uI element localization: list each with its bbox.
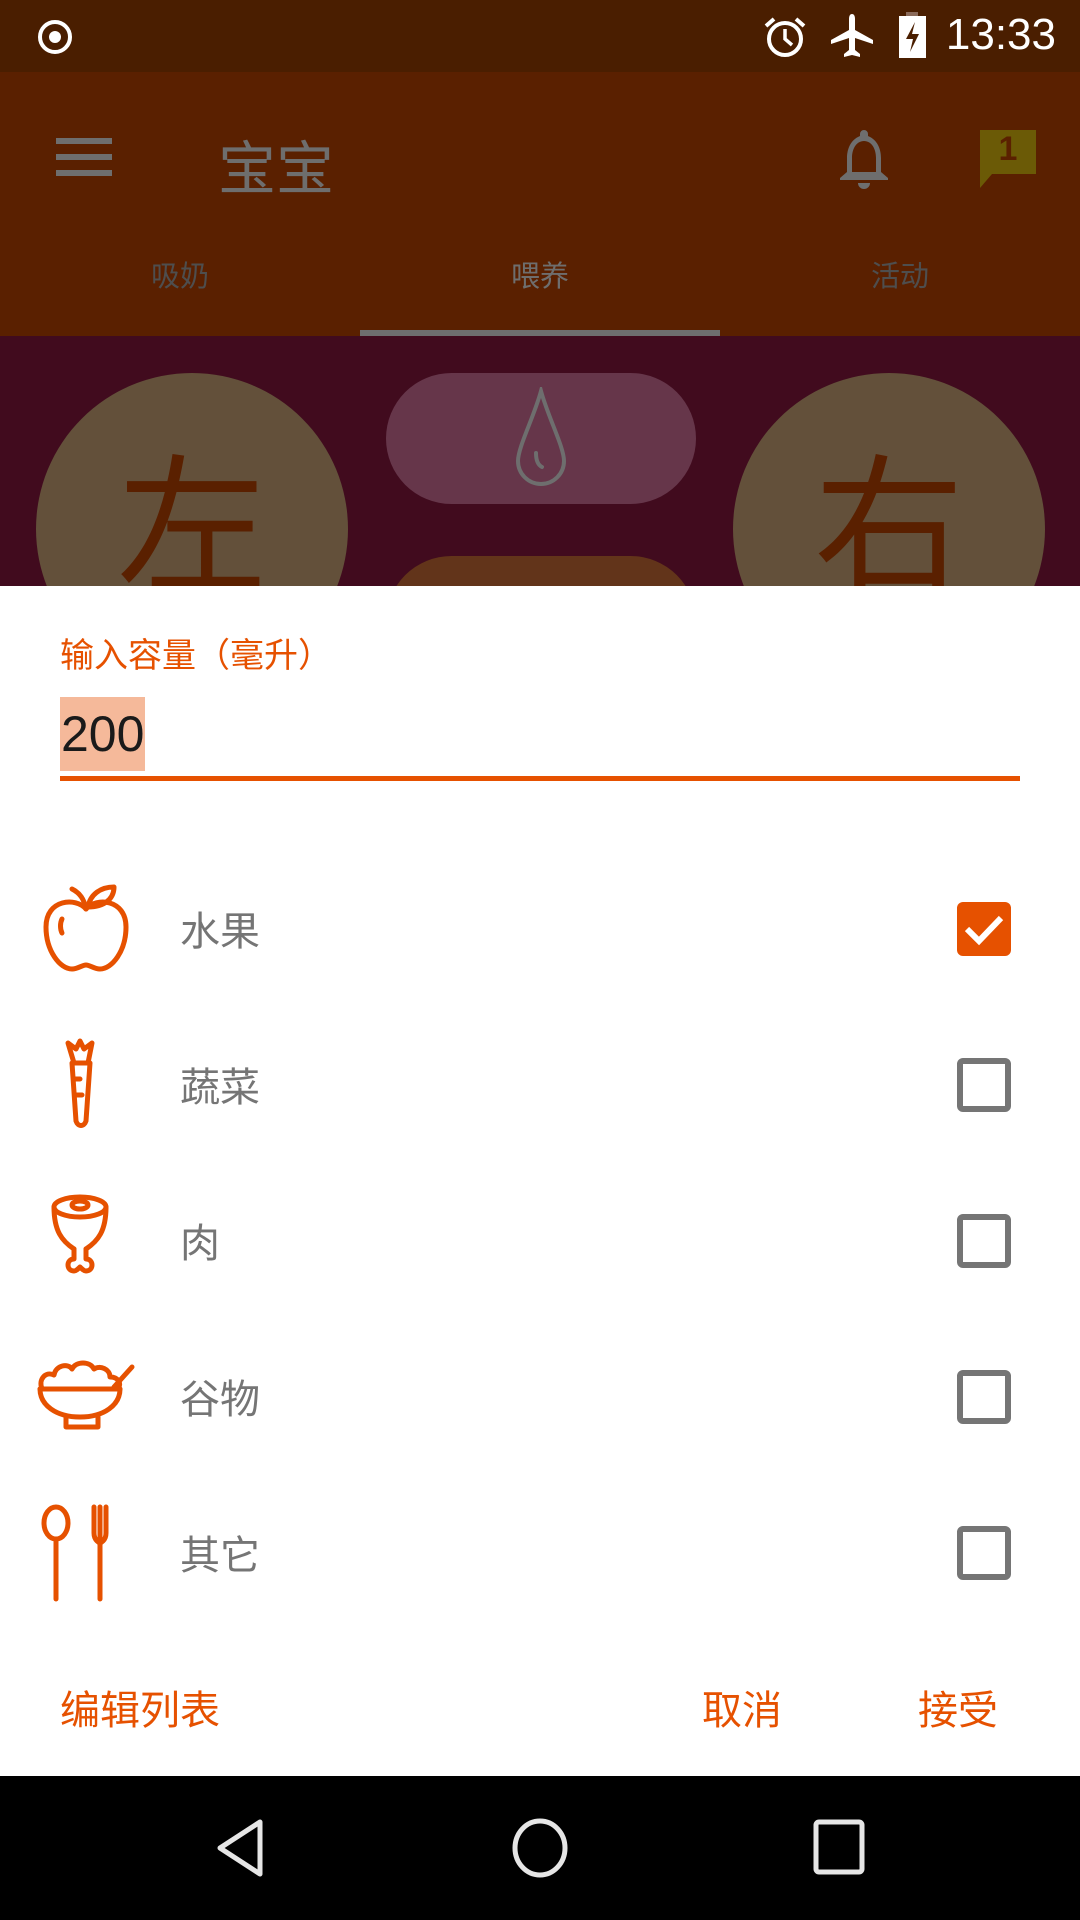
back-icon[interactable] [212,1816,268,1880]
alarm-icon [764,17,806,57]
food-dialog: 输入容量（毫升） 200 水果 蔬菜 肉 谷物 其它 编辑列表 取消 接受 [0,586,1080,1776]
food-item-checkbox[interactable] [957,1058,1011,1112]
background-content: 左 右 [0,336,1080,586]
home-icon[interactable] [510,1816,570,1880]
record-icon [38,20,72,54]
drop-icon [515,387,567,486]
recents-icon[interactable] [812,1818,868,1878]
status-bar: 13:33 [0,0,1080,72]
food-item-vegetables[interactable]: 蔬菜 [0,1007,1080,1163]
menu-icon[interactable] [56,136,112,178]
volume-field-label: 输入容量（毫升） [60,636,332,676]
airplane-mode-icon [831,14,873,57]
utensils-icon [41,1504,109,1602]
food-item-checkbox[interactable] [957,1370,1011,1424]
food-item-checkbox[interactable] [957,1526,1011,1580]
app-title: 宝宝 [218,135,335,203]
food-item-label: 其它 [180,1533,260,1579]
bell-icon[interactable] [838,128,890,190]
app-bar: 宝宝 1 吸奶 喂养 活动 [0,72,1080,336]
food-item-checkbox[interactable] [957,902,1011,956]
cancel-button[interactable]: 取消 [702,1678,782,1736]
right-breast-button: 右 [733,373,1045,586]
rice-bowl-icon [37,1360,135,1430]
volume-input[interactable]: 200 [60,697,146,771]
food-item-meat[interactable]: 肉 [0,1163,1080,1319]
apple-icon [43,884,129,972]
food-item-grains[interactable]: 谷物 [0,1319,1080,1475]
carrot-icon [65,1038,95,1128]
food-item-label: 水果 [180,909,260,955]
food-item-label: 蔬菜 [180,1065,260,1111]
food-item-others[interactable]: 其它 [0,1475,1080,1631]
meat-icon [51,1194,109,1274]
edit-list-button[interactable]: 编辑列表 [60,1678,220,1736]
status-time: 13:33 [945,10,1056,59]
check-icon [964,915,1004,946]
tab-pumping[interactable]: 吸奶 [0,252,360,336]
bottle-button [386,373,696,504]
food-item-label: 谷物 [180,1377,260,1423]
notification-count: 1 [998,130,1018,168]
accept-button[interactable]: 接受 [918,1678,998,1736]
tab-activity[interactable]: 活动 [720,252,1080,336]
navigation-bar [0,1776,1080,1920]
food-item-checkbox[interactable] [957,1214,1011,1268]
solid-food-button [386,556,696,586]
food-item-fruit[interactable]: 水果 [0,851,1080,1007]
tab-feeding[interactable]: 喂养 [360,252,720,336]
volume-input-underline [60,776,1020,781]
left-breast-button: 左 [36,373,348,586]
battery-charging-icon [899,12,926,58]
food-item-label: 肉 [180,1221,220,1267]
notification-badge-button[interactable]: 1 [976,126,1040,190]
